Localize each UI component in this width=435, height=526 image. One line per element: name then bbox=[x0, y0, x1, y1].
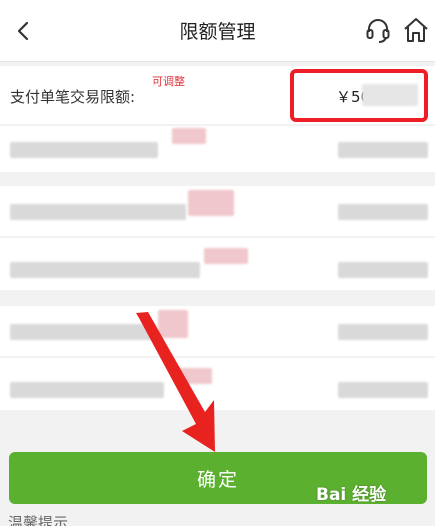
limit-row-redacted[interactable] bbox=[0, 358, 435, 410]
limit-row-redacted[interactable] bbox=[0, 126, 435, 172]
highlight-box bbox=[290, 69, 428, 122]
redacted-tag bbox=[188, 190, 234, 216]
adjustable-tag: 可调整 bbox=[152, 75, 185, 88]
tips-heading: 温馨提示 bbox=[8, 514, 69, 526]
redacted-value bbox=[338, 142, 428, 158]
redacted-label bbox=[10, 324, 156, 340]
limit-row-redacted[interactable] bbox=[0, 238, 435, 290]
redacted-label bbox=[10, 204, 186, 220]
redacted-label bbox=[10, 262, 200, 278]
redacted-value bbox=[338, 324, 428, 340]
baidu-jingyan-watermark: Bai 经验 bbox=[316, 485, 387, 505]
limit-label: 支付单笔交易限额: bbox=[10, 88, 136, 106]
customer-service-button[interactable] bbox=[362, 14, 394, 46]
home-button[interactable] bbox=[400, 14, 432, 46]
redacted-value bbox=[338, 382, 428, 398]
home-icon bbox=[404, 18, 428, 42]
limit-row-redacted[interactable] bbox=[0, 186, 435, 236]
limit-row-redacted[interactable] bbox=[0, 306, 435, 356]
top-nav-bar: 限额管理 bbox=[0, 0, 435, 62]
redacted-tag bbox=[204, 248, 248, 264]
redacted-label bbox=[10, 142, 158, 158]
redacted-value bbox=[338, 204, 428, 220]
headset-icon bbox=[366, 19, 390, 43]
redacted-tag bbox=[176, 368, 212, 384]
redacted-tag bbox=[172, 128, 206, 144]
redacted-value bbox=[338, 262, 428, 278]
redacted-tag bbox=[158, 310, 188, 338]
redacted-label bbox=[10, 382, 164, 398]
